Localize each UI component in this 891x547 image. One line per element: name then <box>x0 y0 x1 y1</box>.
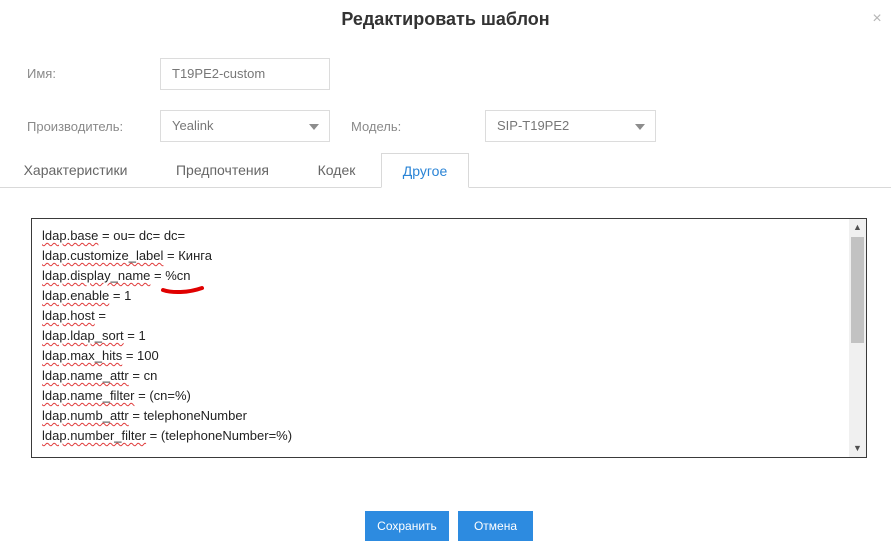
scroll-up-icon[interactable]: ▲ <box>849 219 866 236</box>
config-value: ou= dc= dc= <box>113 228 186 243</box>
model-select-value: SIP-T19PE2 <box>497 118 570 133</box>
save-button[interactable]: Сохранить <box>365 511 449 541</box>
name-input-value: T19PE2-custom <box>172 66 266 81</box>
config-value: cn <box>143 368 158 383</box>
vendor-label: Производитель: <box>27 119 124 134</box>
config-value: %cn <box>165 268 191 283</box>
config-key: ldap.display_name <box>42 268 151 283</box>
cancel-button[interactable]: Отмена <box>458 511 533 541</box>
tab-codec[interactable]: Кодек <box>300 153 373 187</box>
config-line: ldap.base = ou= dc= dc= <box>42 228 186 243</box>
name-input[interactable]: T19PE2-custom <box>160 58 330 90</box>
config-line: ldap.name_filter = (cn=%) <box>42 388 191 403</box>
config-line: ldap.host = <box>42 308 106 323</box>
config-key: ldap.name_attr <box>42 368 129 383</box>
config-line: ldap.customize_label = Кинга <box>42 248 212 263</box>
config-key: ldap.customize_label <box>42 248 164 263</box>
config-key: ldap.numb_attr <box>42 408 129 423</box>
config-line: ldap.name_attr = cn <box>42 368 158 383</box>
config-line: ldap.number_filter = (telephoneNumber=%) <box>42 428 293 443</box>
config-textarea[interactable]: ldap.base = ou= dc= dc= ldap.customize_l… <box>31 218 867 458</box>
close-icon[interactable]: × <box>867 9 887 29</box>
config-value: (telephoneNumber=%) <box>160 428 293 443</box>
config-value: Кинга <box>178 248 212 263</box>
config-key: ldap.host <box>42 308 95 323</box>
config-lines: ldap.base = ou= dc= dc= ldap.customize_l… <box>42 226 842 446</box>
scrollbar-thumb[interactable] <box>851 237 864 343</box>
config-value: 100 <box>137 348 159 363</box>
tab-other[interactable]: Другое <box>381 153 469 188</box>
config-line: ldap.numb_attr = telephoneNumber <box>42 408 247 423</box>
name-label: Имя: <box>27 66 56 81</box>
textarea-scrollbar[interactable]: ▲ ▼ <box>849 219 866 457</box>
config-line: ldap.max_hits = 100 <box>42 348 159 363</box>
config-key: ldap.ldap_sort <box>42 328 124 343</box>
config-line: ldap.ldap_sort = 1 <box>42 328 146 343</box>
vendor-select-value: Yealink <box>172 118 214 133</box>
config-value: telephoneNumber <box>143 408 247 423</box>
config-key: ldap.base <box>42 228 99 243</box>
vendor-select[interactable]: Yealink <box>160 110 330 142</box>
model-select[interactable]: SIP-T19PE2 <box>485 110 656 142</box>
config-value: 1 <box>138 328 146 343</box>
config-key: ldap.name_filter <box>42 388 135 403</box>
tab-bar: Характеристики Предпочтения Кодек Другое <box>0 153 891 188</box>
dialog-title: Редактировать шаблон <box>341 9 550 29</box>
scroll-down-icon[interactable]: ▼ <box>849 440 866 457</box>
red-underline-annotation <box>161 286 204 295</box>
config-key: ldap.number_filter <box>42 428 147 443</box>
chevron-down-icon <box>635 124 645 130</box>
tab-preferences[interactable]: Предпочтения <box>160 153 285 187</box>
config-key: ldap.enable <box>42 288 110 303</box>
config-value: (cn=%) <box>149 388 191 403</box>
config-key: ldap.max_hits <box>42 348 123 363</box>
chevron-down-icon <box>309 124 319 130</box>
model-label: Модель: <box>351 119 402 134</box>
config-value: 1 <box>124 288 132 303</box>
tab-characteristics[interactable]: Характеристики <box>8 153 143 187</box>
